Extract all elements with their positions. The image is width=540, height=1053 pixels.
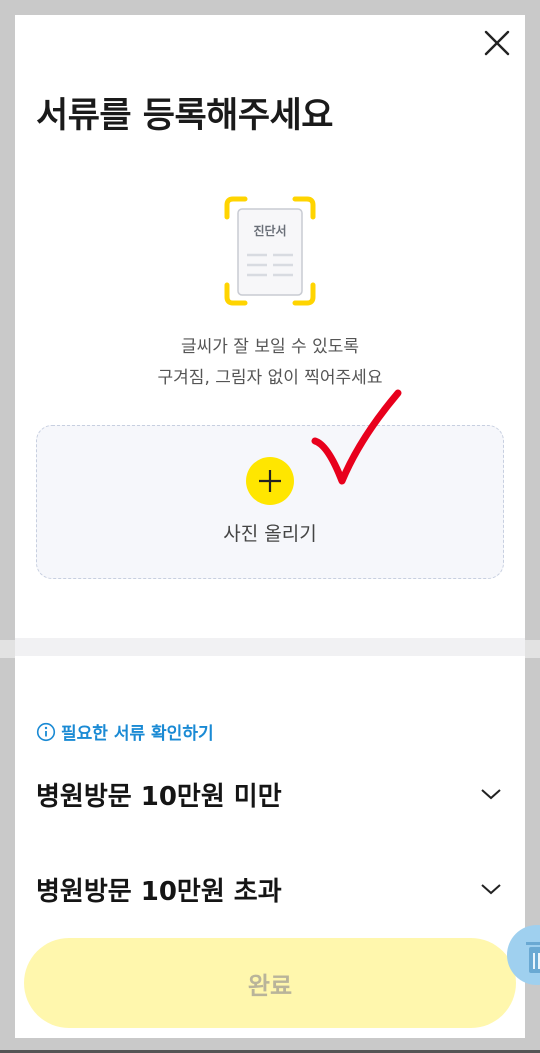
page-title: 서류를 등록해주세요	[36, 96, 334, 136]
upload-photo-label: 사진 올리기	[223, 523, 317, 545]
guide-text-line1: 글씨가 잘 보일 수 있도록	[180, 337, 359, 357]
done-button[interactable]: 완료	[24, 938, 516, 1028]
document-upload-sheet: 서류를 등록해주세요 진단서 글씨가 잘 보일 수 있도록 구겨짐, 그림자 없…	[15, 15, 525, 1038]
app-screen: 서류를 등록해주세요 진단서 글씨가 잘 보일 수 있도록 구겨짐, 그림자 없…	[0, 0, 540, 1053]
section-divider	[15, 638, 525, 656]
close-icon[interactable]	[483, 29, 511, 57]
chevron-down-icon[interactable]	[480, 787, 502, 801]
accordion-over-100k[interactable]: 병원방문 10만원 초과	[36, 867, 502, 911]
plus-icon[interactable]	[246, 457, 294, 505]
upload-photo-button[interactable]: 사진 올리기	[36, 425, 504, 579]
backdrop-band-left	[0, 640, 15, 658]
guide-text-line2: 구겨짐, 그림자 없이 찍어주세요	[157, 368, 383, 388]
accordion-label: 병원방문 10만원 미만	[36, 781, 282, 812]
document-scan-illustration: 진단서	[224, 196, 316, 306]
document-type-label: 진단서	[253, 223, 286, 238]
required-documents-label: 필요한 서류 확인하기	[61, 724, 214, 744]
chevron-down-icon[interactable]	[480, 882, 502, 896]
accordion-label: 병원방문 10만원 초과	[36, 876, 282, 907]
info-icon	[36, 722, 56, 741]
accordion-under-100k[interactable]: 병원방문 10만원 미만	[36, 772, 502, 816]
backdrop-band-right	[525, 640, 540, 658]
required-documents-link[interactable]: 필요한 서류 확인하기	[36, 719, 214, 744]
